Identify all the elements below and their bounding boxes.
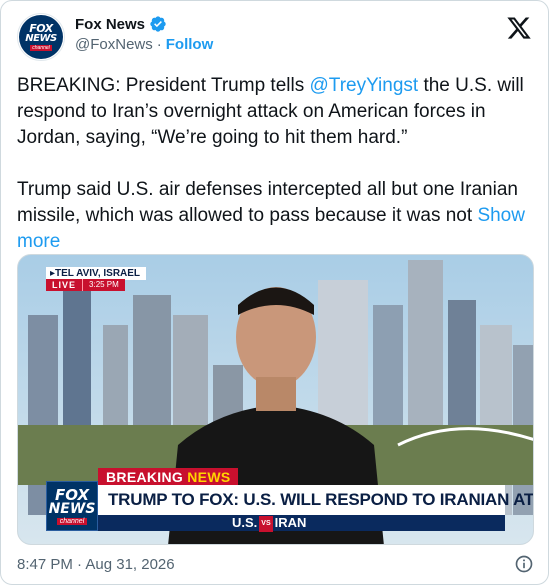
handle[interactable]: @FoxNews — [75, 36, 153, 53]
info-icon[interactable] — [514, 554, 534, 574]
breaking-news-banner: BREAKING NEWS — [98, 468, 239, 486]
avatar-logo-line1: FOX — [29, 21, 53, 35]
handle-row: @FoxNews · Follow — [75, 36, 213, 53]
fox-news-logo: FOX NEWS channel — [19, 15, 63, 59]
live-indicator: LIVE 3:25 PM — [46, 279, 125, 291]
bug-line3: channel — [56, 517, 88, 525]
tweet-footer: 8:47 PM · Aug 31, 2026 — [17, 553, 534, 575]
verified-badge-icon — [150, 16, 166, 32]
separator-dot: · — [156, 36, 162, 53]
tweet-paragraph-1: BREAKING: President Trump tells @TreyYin… — [17, 73, 533, 151]
x-logo-icon[interactable] — [506, 15, 532, 41]
video-thumbnail[interactable]: ▸TEL AVIV, ISRAEL LIVE 3:25 PM FOX NEWS … — [17, 254, 534, 545]
para2-text: Trump said U.S. air defenses intercepted… — [17, 179, 518, 226]
ticker-label: U.S. VS IRAN — [232, 515, 306, 532]
tweet-card: FOX NEWS channel Fox News @FoxNews · Fol… — [0, 0, 549, 585]
ticker-vs: VS — [259, 515, 273, 532]
mention-link[interactable]: @TreyYingst — [310, 75, 419, 96]
follow-button[interactable]: Follow — [166, 36, 214, 53]
breaking-suffix: NEWS — [187, 469, 231, 485]
tweet-header: FOX NEWS channel Fox News @FoxNews · Fol… — [17, 13, 532, 61]
bug-line1: FOX — [54, 485, 90, 504]
fox-news-channel-bug: FOX NEWS channel — [46, 481, 98, 531]
avatar-logo-line2: NEWS — [25, 32, 57, 44]
avatar[interactable]: FOX NEWS channel — [17, 13, 65, 61]
name-row: Fox News — [75, 15, 213, 33]
breaking-prefix: BREAKING — [106, 469, 188, 485]
tweet-paragraph-2: Trump said U.S. air defenses intercepted… — [17, 177, 533, 255]
avatar-logo-line3: channel — [30, 44, 52, 51]
ticker-left: U.S. — [232, 515, 258, 530]
author-info: Fox News @FoxNews · Follow — [75, 15, 213, 54]
live-time: 3:25 PM — [82, 279, 125, 291]
headline-chyron: TRUMP TO FOX: U.S. WILL RESPOND TO IRANI… — [98, 485, 533, 515]
bug-line2: NEWS — [48, 500, 96, 517]
para1-prefix: BREAKING: President Trump tells — [17, 75, 310, 96]
timestamp[interactable]: 8:47 PM · Aug 31, 2026 — [17, 556, 175, 573]
tweet-body: BREAKING: President Trump tells @TreyYin… — [17, 73, 533, 255]
live-label: LIVE — [46, 279, 83, 291]
ticker-right: IRAN — [274, 515, 307, 530]
display-name[interactable]: Fox News — [75, 16, 145, 33]
